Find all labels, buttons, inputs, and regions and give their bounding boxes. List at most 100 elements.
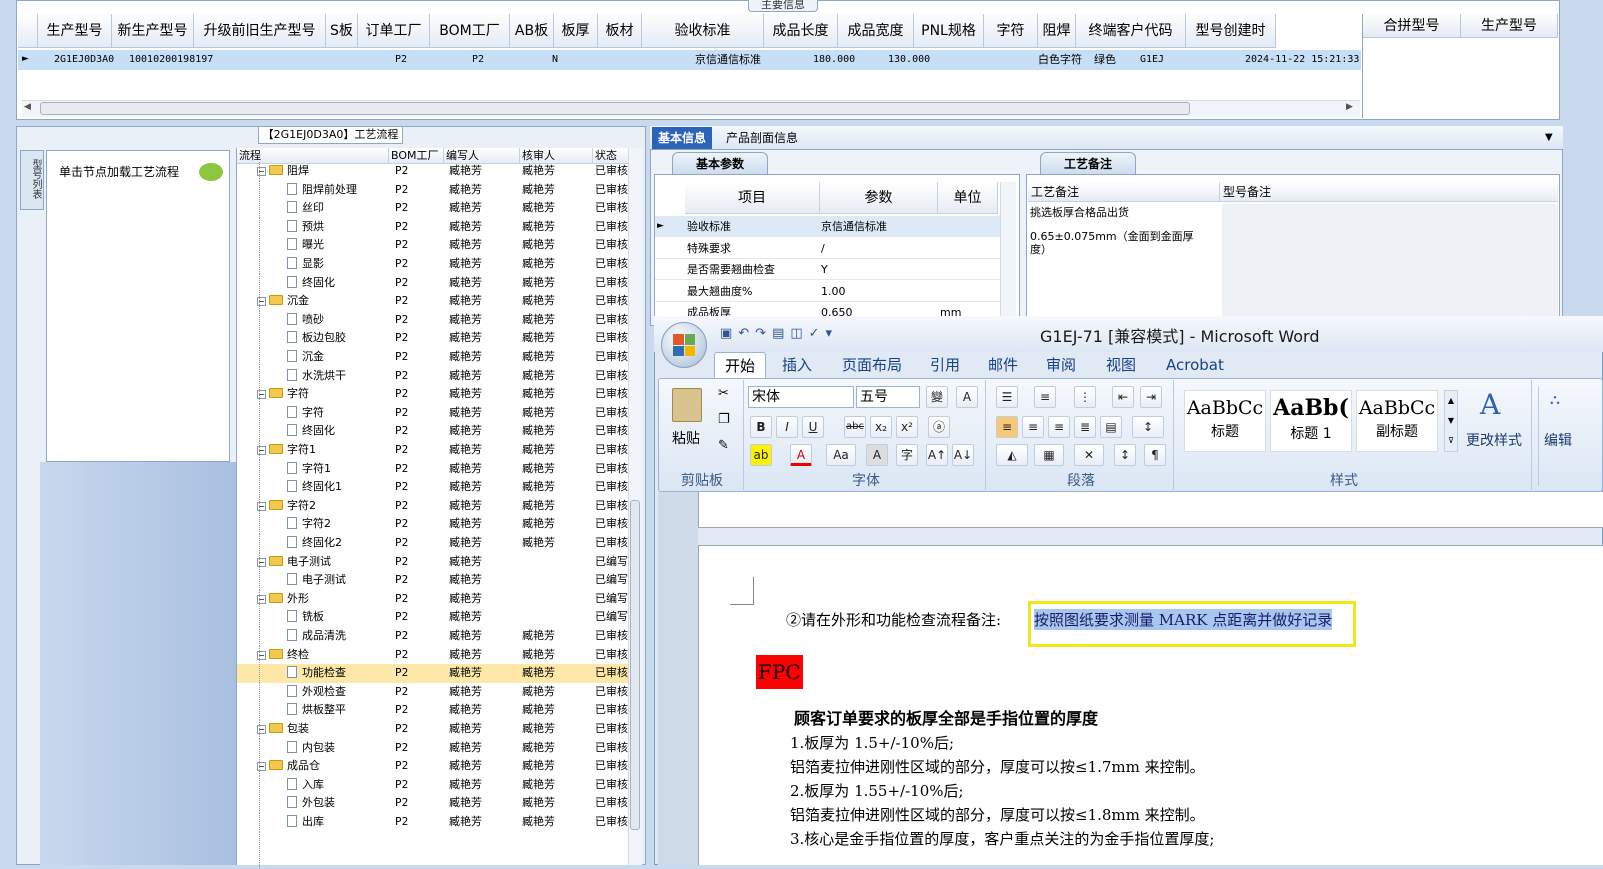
tree-item-row[interactable]: 喷砂 P2 臧艳芳 臧艳芳 已审核 xyxy=(237,311,629,330)
tree-item-row[interactable]: 入库 P2 臧艳芳 臧艳芳 已审核 xyxy=(237,776,629,795)
ribbon-tab[interactable]: 邮件 xyxy=(978,352,1028,378)
scroll-right-icon[interactable]: ▶ xyxy=(1346,102,1353,112)
model-note-area[interactable] xyxy=(1222,204,1558,322)
tree-folder-row[interactable]: − 阻焊 P2 臧艳芳 臧艳芳 已审核 xyxy=(237,162,629,181)
col-header[interactable]: 新生产型号 xyxy=(112,14,194,48)
shrink-font-icon[interactable]: A↓ xyxy=(952,444,974,466)
change-styles-icon[interactable]: A xyxy=(1480,388,1500,421)
cell-accept[interactable]: 京信通信标准 xyxy=(693,50,761,70)
col-header[interactable]: 成品宽度 xyxy=(838,14,914,48)
clear-format-icon[interactable]: ⓐ xyxy=(928,416,950,438)
underline-icon[interactable]: U xyxy=(802,416,824,438)
tree-folder-row[interactable]: − 沉金 P2 臧艳芳 臧艳芳 已审核 xyxy=(237,292,629,311)
tree-item-row[interactable]: 终固化1 P2 臧艳芳 臧艳芳 已审核 xyxy=(237,478,629,497)
tree-item-row[interactable]: 预烘 P2 臧艳芳 臧艳芳 已审核 xyxy=(237,218,629,237)
cell-char[interactable]: 白色字符 xyxy=(1036,50,1082,70)
scroll-left-icon[interactable]: ◀ xyxy=(24,102,31,112)
main-info-tab[interactable]: 主要信息 xyxy=(748,0,818,12)
quick-access-icons[interactable]: ▣↶↷▤◫✓▾ xyxy=(720,326,838,341)
ribbon-tab[interactable]: 引用 xyxy=(920,352,970,378)
param-row[interactable]: 是否需要翘曲检查 Y xyxy=(655,259,1001,280)
col-header[interactable]: S板 xyxy=(326,14,358,48)
scrollbar-thumb[interactable] xyxy=(40,102,1190,115)
tree-folder-row[interactable]: − 外形 P2 臧艳芳 已编写 xyxy=(237,590,629,609)
find-icon[interactable]: ⛬ xyxy=(1550,392,1560,408)
decrease-indent-icon[interactable]: ⇤ xyxy=(1112,386,1134,408)
grow-font-icon[interactable]: A↑ xyxy=(926,444,948,466)
shading-icon[interactable]: ◭ xyxy=(996,444,1028,466)
col-header[interactable]: 成品长度 xyxy=(764,14,838,48)
tree-folder-row[interactable]: − 字符2 P2 臧艳芳 臧艳芳 已审核 xyxy=(237,497,629,516)
col-header[interactable]: 阻焊 xyxy=(1038,14,1076,48)
highlight-icon[interactable]: ab xyxy=(750,444,772,466)
doc-page-top[interactable] xyxy=(698,492,1603,528)
ribbon-tab[interactable]: 开始 xyxy=(714,352,767,378)
param-col-unit[interactable]: 单位 xyxy=(938,182,998,214)
tree-item-row[interactable]: 出库 P2 臧艳芳 臧艳芳 已审核 xyxy=(237,813,629,832)
cell-ab[interactable]: N xyxy=(550,50,558,70)
change-styles-button[interactable]: 更改样式 xyxy=(1466,430,1522,450)
col-header[interactable]: 终端客户代码 xyxy=(1076,14,1186,48)
ribbon-tab[interactable]: 页面布局 xyxy=(832,352,912,378)
cell-new-no[interactable]: 10010200198197 xyxy=(127,50,213,70)
tree-folder-row[interactable]: − 字符1 P2 臧艳芳 臧艳芳 已审核 xyxy=(237,441,629,460)
col-header[interactable]: 升级前旧生产型号 xyxy=(194,14,326,48)
cell-created[interactable]: 2024-11-22 15:21:33 xyxy=(1243,50,1359,70)
param-row[interactable]: 最大翘曲度% 1.00 xyxy=(655,281,1001,302)
tree-item-row[interactable]: 板边包胶 P2 臧艳芳 臧艳芳 已审核 xyxy=(237,329,629,348)
tree-item-row[interactable]: 曝光 P2 臧艳芳 臧艳芳 已审核 xyxy=(237,236,629,255)
cell-order-factory[interactable]: P2 xyxy=(393,50,407,70)
align-center-icon[interactable]: ≡ xyxy=(1022,416,1044,438)
font-size-combo[interactable]: 五号 xyxy=(856,386,920,408)
copy-icon[interactable]: ❐ xyxy=(718,412,730,427)
tree-item-row[interactable]: 丝印 P2 臧艳芳 臧艳芳 已审核 xyxy=(237,199,629,218)
cell-customer[interactable]: G1EJ xyxy=(1138,50,1164,70)
tree-item-row[interactable]: 外包装 P2 臧艳芳 臧艳芳 已审核 xyxy=(237,794,629,813)
style-subtitle[interactable]: AaBbCc 副标题 xyxy=(1356,390,1438,452)
model-list-tab[interactable]: 型号列表 xyxy=(20,150,44,210)
tree-item-row[interactable]: 字符1 P2 臧艳芳 臧艳芳 已审核 xyxy=(237,460,629,479)
tree-folder-row[interactable]: − 成品仓 P2 臧艳芳 臧艳芳 已审核 xyxy=(237,757,629,776)
align-left-icon[interactable]: ≡ xyxy=(996,416,1018,438)
phonetic-icon[interactable]: 變 xyxy=(926,386,948,408)
italic-icon[interactable]: I xyxy=(776,416,798,438)
chinese-layout-icon[interactable]: ✕ xyxy=(1074,444,1104,466)
tree-item-row[interactable]: 内包装 P2 臧艳芳 臧艳芳 已审核 xyxy=(237,739,629,758)
param-col-item[interactable]: 项目 xyxy=(685,182,820,214)
superscript-icon[interactable]: x² xyxy=(896,416,918,438)
merge-prod-header[interactable]: 生产型号 xyxy=(1461,14,1558,38)
bullets-icon[interactable]: ☰ xyxy=(996,386,1018,408)
cell-prod-no[interactable]: 2G1EJ0D3A0 xyxy=(52,50,114,70)
col-header[interactable]: 验收标准 xyxy=(642,14,764,48)
tree-folder-row[interactable]: − 电子测试 P2 臧艳芳 已编写 xyxy=(237,553,629,572)
styles-scroll[interactable]: ▲ ▼ ⊽ xyxy=(1444,390,1458,452)
edit-button[interactable]: 编辑 xyxy=(1544,430,1572,450)
tree-folder-row[interactable]: − 包装 P2 臧艳芳 臧艳芳 已审核 xyxy=(237,720,629,739)
dropdown-arrow-icon[interactable]: ▼ xyxy=(1545,132,1553,143)
tree-item-row[interactable]: 终固化 P2 臧艳芳 臧艳芳 已审核 xyxy=(237,422,629,441)
col-header[interactable]: BOM工厂 xyxy=(430,14,510,48)
tree-item-row[interactable]: 铣板 P2 臧艳芳 已编写 xyxy=(237,608,629,627)
cell-bom-factory[interactable]: P2 xyxy=(470,50,484,70)
char-shading-icon[interactable]: A xyxy=(866,444,888,466)
font-name-combo[interactable]: 宋体 xyxy=(748,386,854,408)
ribbon-tab[interactable]: Acrobat xyxy=(1156,352,1234,378)
col-header[interactable]: 型号创建时 xyxy=(1186,14,1276,48)
col-header[interactable]: 板材 xyxy=(598,14,642,48)
multilevel-icon[interactable]: ⋮ xyxy=(1074,386,1096,408)
paste-icon[interactable] xyxy=(672,388,702,422)
tree-item-row[interactable]: 终固化2 P2 臧艳芳 臧艳芳 已审核 xyxy=(237,534,629,553)
sort-icon[interactable]: ↕ xyxy=(1114,444,1136,466)
tree-folder-row[interactable]: − 终检 P2 臧艳芳 臧艳芳 已审核 xyxy=(237,646,629,665)
col-header[interactable]: 字符 xyxy=(984,14,1038,48)
cell-width[interactable]: 130.000 xyxy=(886,50,930,70)
note-col-process[interactable]: 工艺备注 xyxy=(1028,182,1220,202)
tree-item-row[interactable]: 成品清洗 P2 臧艳芳 臧艳芳 已审核 xyxy=(237,627,629,646)
tree-item-row[interactable]: 终固化 P2 臧艳芳 臧艳芳 已审核 xyxy=(237,274,629,293)
tree-item-row[interactable]: 烘板整平 P2 臧艳芳 臧艳芳 已审核 xyxy=(237,701,629,720)
col-header[interactable]: 生产型号 xyxy=(38,14,112,48)
show-marks-icon[interactable]: ¶ xyxy=(1144,444,1166,466)
tab-basic-info[interactable]: 基本信息 xyxy=(652,127,713,149)
param-row[interactable]: ► 验收标准 京信通信标准 xyxy=(655,216,1001,237)
borders-icon[interactable]: ▦ xyxy=(1034,444,1064,466)
